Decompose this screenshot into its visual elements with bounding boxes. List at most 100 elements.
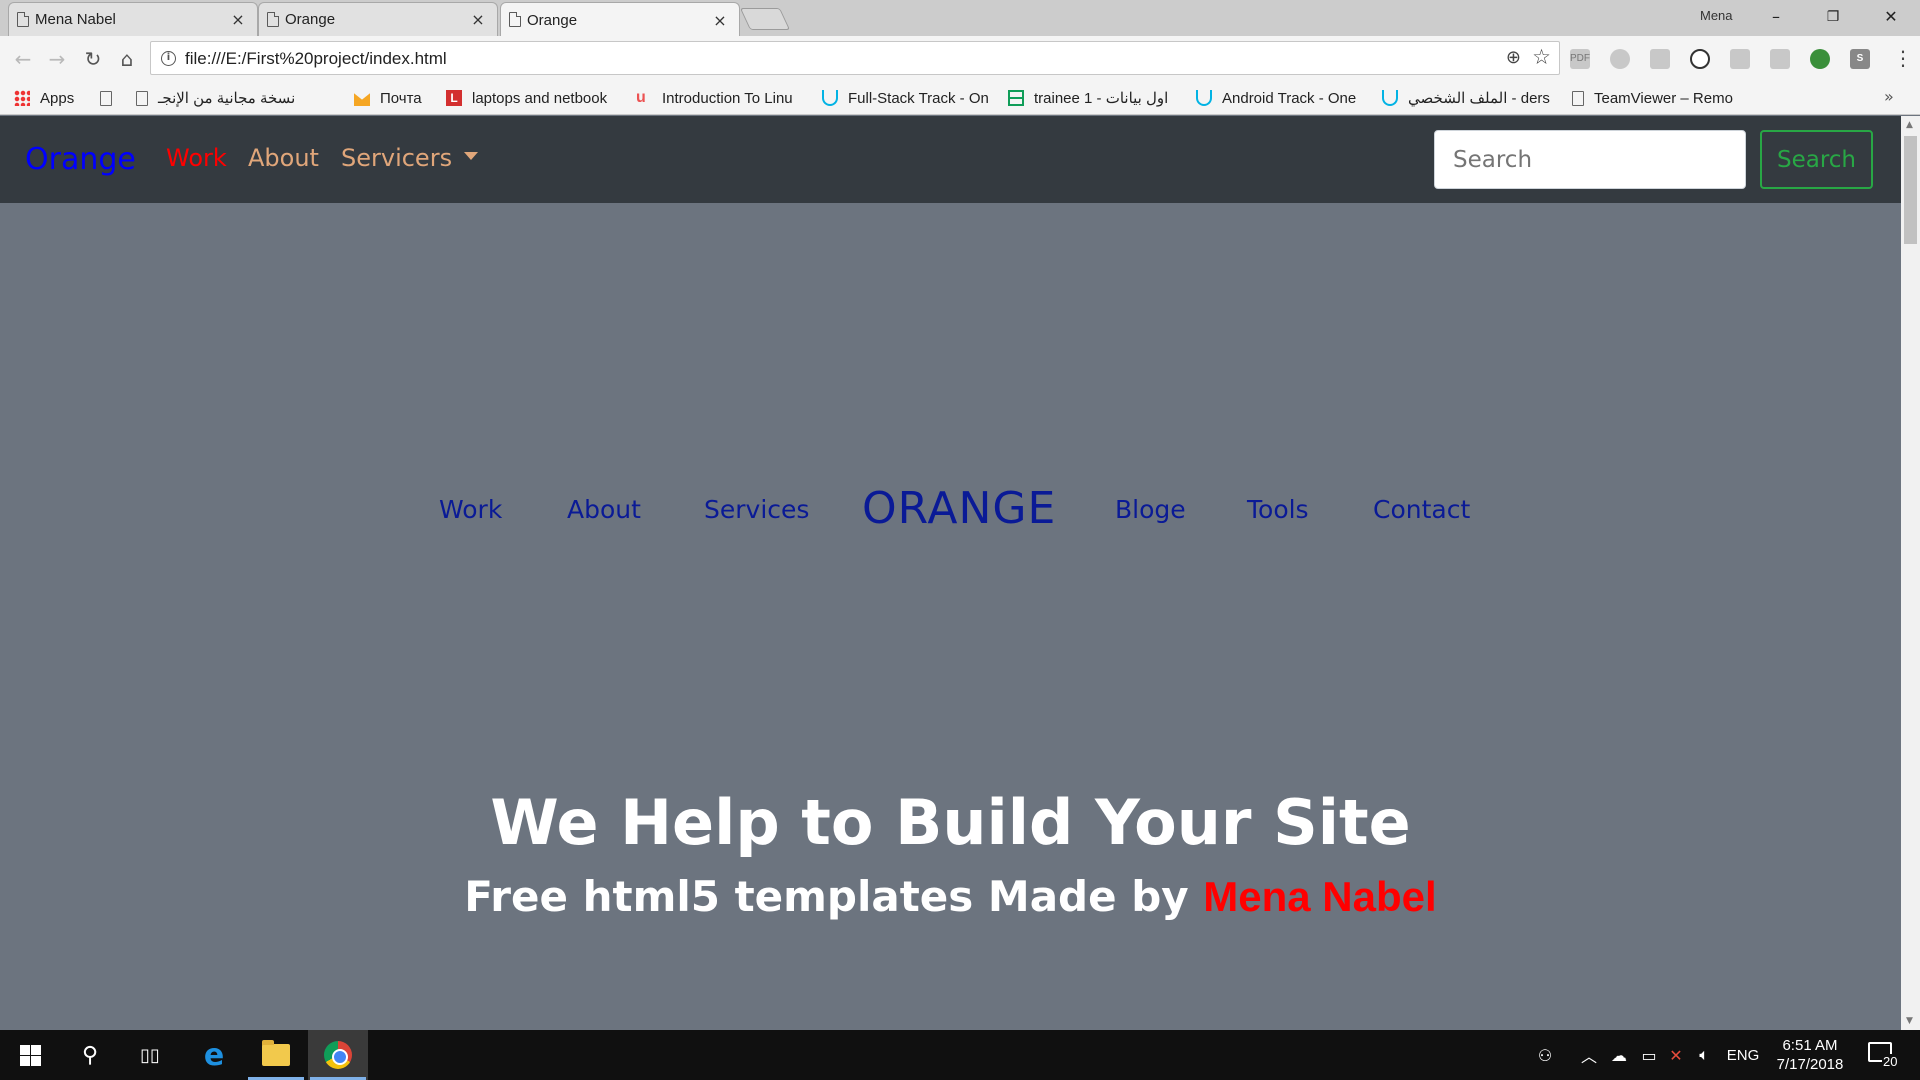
center-nav-services[interactable]: Services	[704, 495, 809, 524]
page-icon	[1572, 90, 1584, 106]
center-nav-tools[interactable]: Tools	[1247, 495, 1309, 524]
bookmark-arabic-copy[interactable]: نسخة مجانية من الإنجـ	[136, 81, 346, 115]
bookmark-star-icon[interactable]: ☆	[1532, 45, 1551, 69]
bookmark-trainee[interactable]: trainee 1 - اول بيانات	[1008, 81, 1180, 115]
close-window-icon[interactable]: ✕	[1868, 3, 1914, 31]
bookmarks-overflow-icon[interactable]: »	[1884, 87, 1894, 106]
tab-close-icon[interactable]: ×	[229, 10, 247, 29]
udacity-icon	[1196, 90, 1212, 106]
bookmark-fullstack[interactable]: Full-Stack Track - On	[822, 81, 994, 115]
people-icon[interactable]: ⚇	[1530, 1030, 1560, 1080]
center-nav-work[interactable]: Work	[439, 495, 502, 524]
bookmark-profile[interactable]: الملف الشخصي - ders	[1382, 81, 1554, 115]
minimize-icon[interactable]: –	[1753, 3, 1799, 31]
notification-count: 20	[1882, 1054, 1899, 1069]
bookmark-android-track[interactable]: Android Track - One	[1196, 81, 1366, 115]
page-icon	[509, 12, 521, 27]
s-extension-icon[interactable]: S	[1850, 49, 1870, 69]
speed-dial-icon[interactable]	[1690, 49, 1710, 69]
tab-title: Orange	[285, 11, 336, 28]
nav-link-about[interactable]: About	[248, 144, 319, 172]
bookmark-label: الملف الشخصي - ders	[1408, 90, 1550, 107]
edge-icon: e	[203, 1037, 225, 1073]
bookmark-apps[interactable]: Apps	[14, 81, 84, 115]
site-navbar: Orange Work About Servicers Search	[0, 116, 1901, 203]
udemy-icon: u	[636, 89, 646, 106]
bookmark-label: Почта	[380, 89, 422, 107]
folder-icon	[262, 1040, 290, 1066]
url-text[interactable]: file:///E:/First%20project/index.html	[185, 49, 447, 69]
dropdown-label: Servicers	[341, 144, 453, 172]
extension-icon[interactable]	[1610, 49, 1630, 69]
action-center-button[interactable]: 20	[1866, 1040, 1899, 1070]
browser-tab-3-active[interactable]: Orange ×	[500, 2, 740, 37]
start-button[interactable]	[0, 1030, 60, 1080]
hero-author: Mena Nabel	[1203, 873, 1437, 920]
clock-date: 7/17/2018	[1776, 1056, 1844, 1073]
center-nav-contact[interactable]: Contact	[1373, 495, 1470, 524]
bookmark-laptops[interactable]: L laptops and netbook	[446, 81, 618, 115]
taskbar-clock[interactable]: 6:51 AM 7/17/2018	[1760, 1036, 1860, 1074]
profile-name[interactable]: Mena	[1700, 8, 1733, 23]
forward-icon[interactable]: →	[44, 46, 70, 72]
hero-subtitle: Free html5 templates Made by Mena Nabel	[0, 872, 1901, 921]
home-icon[interactable]: ⌂	[114, 46, 140, 72]
back-icon[interactable]: ←	[10, 46, 36, 72]
page-icon	[267, 12, 279, 27]
menu-kebab-icon[interactable]: ⋮	[1893, 46, 1913, 70]
network-disconnected-icon[interactable]: ✕	[1664, 1030, 1688, 1080]
tab-close-icon[interactable]: ×	[469, 10, 487, 29]
browser-tab-2[interactable]: Orange ×	[258, 2, 498, 36]
bookmark-extension-icon[interactable]	[1650, 49, 1670, 69]
zoom-icon[interactable]: ⊕	[1506, 47, 1521, 68]
search-button[interactable]: Search	[1760, 130, 1873, 189]
globe-extension-icon[interactable]	[1810, 49, 1830, 69]
chrome-app[interactable]	[308, 1030, 368, 1080]
info-icon[interactable]: i	[161, 51, 176, 66]
center-nav-about[interactable]: About	[567, 495, 641, 524]
bookmark-label: Apps	[40, 89, 75, 107]
edge-app[interactable]: e	[184, 1030, 244, 1080]
pdf-extension-icon[interactable]: PDF	[1570, 49, 1590, 69]
bookmark-pochta[interactable]: Почта	[354, 81, 442, 115]
language-indicator[interactable]: ENG	[1722, 1030, 1764, 1080]
chrome-icon	[324, 1041, 352, 1069]
search-input[interactable]	[1434, 130, 1746, 189]
volume-icon[interactable]: 🔈︎	[1692, 1030, 1716, 1080]
udacity-icon	[822, 90, 838, 106]
battery-icon[interactable]: ▭	[1636, 1030, 1662, 1080]
reload-icon[interactable]: ↻	[80, 46, 106, 72]
brand-logo[interactable]: Orange	[25, 142, 136, 177]
onedrive-icon[interactable]: ☁	[1606, 1030, 1632, 1080]
search-taskbar-icon[interactable]: ⚲	[60, 1030, 120, 1080]
center-logo[interactable]: ORANGE	[862, 483, 1056, 534]
scroll-up-icon[interactable]: ▲	[1906, 120, 1913, 130]
browser-tab-1[interactable]: Mena Nabel ×	[8, 2, 258, 36]
bookmark-label: Introduction To Linu	[662, 89, 793, 107]
page-scrollbar[interactable]: ▲ ▼	[1901, 116, 1920, 1030]
apps-grid-icon	[14, 90, 30, 106]
tab-strip: Mena Nabel × Orange × Orange × Mena – ❐ …	[0, 0, 1920, 37]
puzzle-extension-icon[interactable]	[1730, 49, 1750, 69]
nav-dropdown-servicers[interactable]: Servicers	[341, 144, 479, 172]
scroll-down-icon[interactable]: ▼	[1906, 1016, 1913, 1026]
address-bar[interactable]: i file:///E:/First%20project/index.html …	[150, 41, 1560, 75]
bookmark-teamviewer[interactable]: TeamViewer – Remo	[1572, 81, 1742, 115]
bookmarks-bar: Apps نسخة مجانية من الإنجـ Почта L lapto…	[0, 81, 1920, 115]
udacity-icon	[1382, 90, 1398, 106]
document-extension-icon[interactable]	[1770, 49, 1790, 69]
task-view-icon[interactable]: ▯▯	[120, 1030, 180, 1080]
scrollbar-thumb[interactable]	[1904, 136, 1917, 244]
show-hidden-icons-chevron-icon[interactable]: ︿	[1578, 1030, 1600, 1080]
nav-link-work[interactable]: Work	[166, 144, 227, 172]
file-explorer-app[interactable]	[246, 1030, 306, 1080]
bookmark-intro-linux[interactable]: u Introduction To Linu	[636, 81, 808, 115]
tab-close-icon[interactable]: ×	[711, 11, 729, 30]
mail-icon	[354, 93, 370, 106]
bookmark-label: TeamViewer – Remo	[1594, 89, 1733, 107]
page-icon	[136, 90, 148, 106]
new-tab-button[interactable]	[739, 8, 791, 30]
maximize-icon[interactable]: ❐	[1810, 3, 1856, 31]
bookmark-page[interactable]	[100, 81, 122, 115]
center-nav-bloge[interactable]: Bloge	[1115, 495, 1186, 524]
